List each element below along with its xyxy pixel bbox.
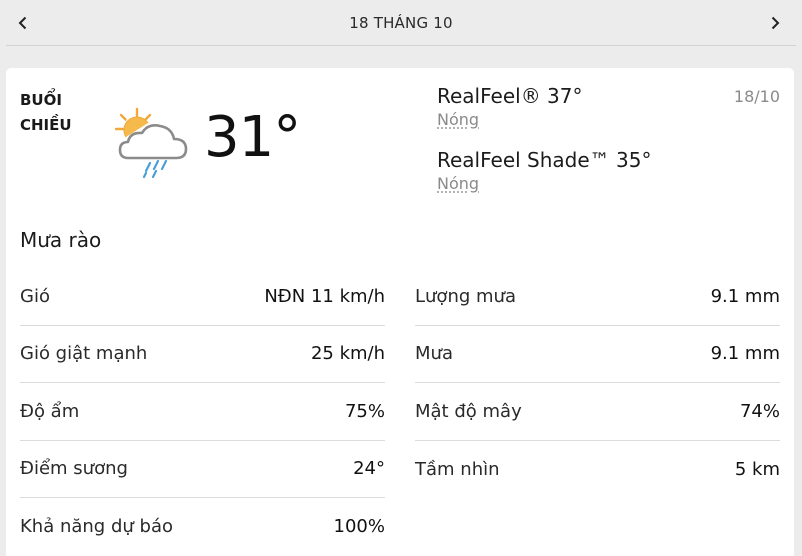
detail-label: Khả năng dự báo — [20, 516, 173, 538]
chevron-left-icon — [18, 16, 27, 30]
detail-value: 100% — [333, 516, 385, 538]
chevron-right-icon — [771, 16, 780, 30]
detail-value: 9.1 mm — [710, 343, 780, 365]
header-divider — [6, 45, 796, 46]
detail-row: Gió NĐN 11 km/h — [20, 268, 385, 326]
realfeel-block: RealFeel® 37° Nóng RealFeel Shade™ 35° N… — [437, 83, 651, 195]
detail-row: Mật độ mây 74% — [415, 383, 780, 441]
detail-row: Gió giật mạnh 25 km/h — [20, 326, 385, 383]
forecast-card: BUỔI CHIỀU 31° RealFeel® 37° Nóng RealFe… — [6, 68, 794, 556]
realfeel-shade-item: RealFeel Shade™ 35° Nóng — [437, 147, 651, 195]
detail-label: Mưa — [415, 343, 453, 365]
realfeel-tooltip-link[interactable]: Nóng — [437, 109, 651, 131]
card-date: 18/10 — [733, 87, 780, 106]
detail-label: Độ ẩm — [20, 400, 80, 422]
detail-label: Tầm nhìn — [415, 458, 500, 480]
detail-label: Mật độ mây — [415, 400, 522, 422]
detail-label: Lượng mưa — [415, 285, 516, 307]
day-period-line-1: BUỔI — [20, 91, 62, 109]
detail-value: 74% — [739, 400, 780, 422]
detail-value: NĐN 11 km/h — [264, 285, 385, 307]
detail-row: Khả năng dự báo 100% — [20, 498, 385, 556]
day-period-label: BUỔI CHIỀU — [20, 88, 90, 138]
realfeel-label: RealFeel® 37° — [437, 84, 583, 108]
detail-row: Lượng mưa 9.1 mm — [415, 268, 780, 326]
weather-phrase: Mưa rào — [20, 228, 102, 252]
detail-value: 9.1 mm — [710, 285, 780, 307]
detail-value: 24° — [353, 458, 385, 480]
realfeel-item: RealFeel® 37° Nóng — [437, 83, 651, 131]
next-day-button[interactable] — [761, 9, 789, 37]
detail-label: Điểm sương — [20, 458, 128, 480]
detail-value: 5 km — [734, 458, 780, 480]
current-temperature: 31° — [204, 105, 301, 170]
day-period-line-2: CHIỀU — [20, 116, 72, 134]
detail-value: 75% — [344, 400, 385, 422]
details-right-column: Lượng mưa 9.1 mm Mưa 9.1 mm Mật độ mây 7… — [415, 268, 780, 556]
detail-label: Gió — [20, 285, 50, 307]
details-panel: Gió NĐN 11 km/h Gió giật mạnh 25 km/h Độ… — [20, 268, 780, 556]
details-left-column: Gió NĐN 11 km/h Gió giật mạnh 25 km/h Độ… — [20, 268, 385, 556]
detail-label: Gió giật mạnh — [20, 343, 148, 365]
detail-row: Độ ẩm 75% — [20, 383, 385, 441]
detail-row: Mưa 9.1 mm — [415, 326, 780, 383]
realfeel-shade-tooltip-link[interactable]: Nóng — [437, 173, 651, 195]
detail-value: 25 km/h — [310, 343, 385, 365]
previous-day-button[interactable] — [9, 9, 37, 37]
date-title: 18 THÁNG 10 — [349, 14, 453, 32]
realfeel-shade-label: RealFeel Shade™ 35° — [437, 148, 652, 172]
date-navigation-bar: 18 THÁNG 10 — [0, 0, 802, 46]
detail-row: Điểm sương 24° — [20, 441, 385, 498]
partly-sunny-showers-icon — [114, 107, 188, 179]
detail-row: Tầm nhìn 5 km — [415, 441, 780, 499]
